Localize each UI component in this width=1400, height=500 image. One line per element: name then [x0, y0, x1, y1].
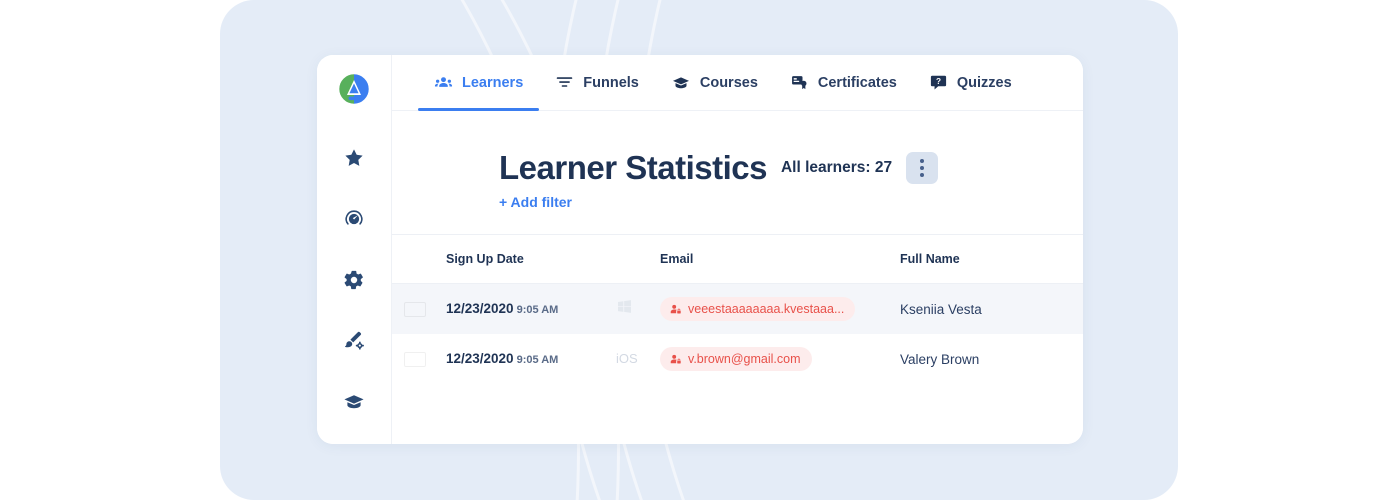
gear-icon: [344, 270, 363, 290]
column-header-signup-date[interactable]: Sign Up Date: [446, 235, 616, 284]
certificate-icon: [790, 73, 809, 92]
graduation-cap-icon: [344, 395, 364, 409]
people-group-icon: [434, 73, 453, 92]
row-os-cell: iOS: [616, 334, 660, 384]
table-row[interactable]: 12/23/2020 9:05 AM iOS v.brown@gmail.com…: [392, 334, 1083, 384]
table-head: Sign Up Date Email Full Name: [392, 235, 1083, 284]
tab-label: Certificates: [817, 74, 897, 91]
tab-label: Learners: [462, 74, 524, 91]
full-name: Valery Brown: [900, 351, 980, 367]
more-vertical-icon-dot: [920, 165, 925, 170]
table-header-spacer: [392, 235, 446, 284]
funnel-icon: [555, 73, 574, 92]
more-vertical-icon-dot: [920, 158, 925, 163]
tab-funnels[interactable]: Funnels: [539, 55, 655, 110]
full-name: Kseniia Vesta: [900, 301, 982, 317]
header-block: Learner Statistics All learners: 27 + Ad…: [392, 111, 1083, 212]
table-header-row: Sign Up Date Email Full Name: [392, 235, 1083, 284]
row-email-cell: v.brown@gmail.com: [660, 334, 900, 384]
os-label: iOS: [616, 351, 638, 366]
avant-circle-a-logo-icon: [336, 71, 372, 106]
sidebar-item-courses[interactable]: [333, 383, 375, 422]
row-flag-cell: [392, 334, 446, 384]
sidebar-item-settings[interactable]: [333, 261, 375, 300]
table-row[interactable]: 12/23/2020 9:05 AM veeestaaaaaaaa.kvesta…: [392, 283, 1083, 335]
more-options-button[interactable]: [906, 151, 939, 184]
screenshot-stage: Learners Funnels Courses Certificates ? …: [0, 0, 1400, 500]
question-chat-icon: ?: [929, 73, 948, 92]
tab-label: Courses: [699, 74, 758, 91]
add-filter-link[interactable]: + Add filter: [499, 194, 572, 210]
signup-date: 12/23/2020: [446, 351, 514, 366]
ukraine-flag-icon: [404, 351, 426, 367]
ukraine-flag-icon: [404, 301, 426, 317]
email-badge[interactable]: veeestaaaaaaaa.kvestaaa...: [660, 297, 856, 321]
app-logo[interactable]: [333, 69, 375, 108]
tab-label: Quizzes: [956, 74, 1012, 91]
row-flag-cell: [392, 284, 446, 335]
user-lock-icon: [670, 304, 681, 314]
tab-bar: Learners Funnels Courses Certificates ? …: [392, 55, 1083, 111]
tab-learners[interactable]: Learners: [418, 55, 540, 111]
row-date-cell: 12/23/2020 9:05 AM: [446, 284, 616, 335]
table-header-os: [616, 235, 660, 284]
sidebar-item-appearance[interactable]: [333, 322, 375, 361]
tab-quizzes[interactable]: ? Quizzes: [913, 55, 1028, 110]
tab-courses[interactable]: Courses: [655, 55, 774, 110]
row-email-cell: veeestaaaaaaaa.kvestaaa...: [660, 284, 900, 335]
all-learners-count: All learners: 27: [780, 158, 893, 176]
title-row: Learner Statistics All learners: 27: [499, 151, 1083, 184]
brush-gear-icon: [345, 332, 364, 350]
tab-label: Funnels: [583, 74, 639, 91]
application-card: Learners Funnels Courses Certificates ? …: [317, 55, 1083, 444]
tab-certificates[interactable]: Certificates: [774, 55, 913, 110]
windows-icon: [617, 300, 632, 313]
main-panel: Learners Funnels Courses Certificates ? …: [392, 55, 1083, 444]
more-vertical-icon-dot: [920, 172, 925, 177]
page-title: Learner Statistics: [499, 149, 767, 186]
sidebar: [317, 55, 392, 444]
graduation-cap-icon: [671, 73, 691, 93]
email-text: veeestaaaaaaaa.kvestaaa...: [688, 302, 845, 316]
column-header-full-name[interactable]: Full Name: [900, 235, 1083, 284]
signup-time: 9:05 AM: [516, 304, 559, 316]
sidebar-item-dashboard[interactable]: [333, 199, 375, 238]
row-os-cell: [616, 284, 660, 335]
gauge-icon: [345, 210, 363, 225]
svg-text:?: ?: [936, 76, 941, 86]
learners-table-container: Sign Up Date Email Full Name 12/23/2020 …: [392, 234, 1083, 444]
table-body: 12/23/2020 9:05 AM veeestaaaaaaaa.kvesta…: [392, 283, 1083, 385]
column-header-email[interactable]: Email: [660, 235, 900, 284]
signup-date: 12/23/2020: [446, 301, 514, 316]
sidebar-item-favorites[interactable]: [333, 138, 375, 177]
email-badge[interactable]: v.brown@gmail.com: [660, 347, 812, 371]
learners-table: Sign Up Date Email Full Name 12/23/2020 …: [392, 235, 1083, 384]
email-text: v.brown@gmail.com: [688, 352, 801, 366]
row-date-cell: 12/23/2020 9:05 AM: [446, 334, 616, 384]
star-icon: [345, 149, 363, 166]
user-lock-icon: [670, 354, 681, 364]
signup-time: 9:05 AM: [516, 354, 559, 366]
